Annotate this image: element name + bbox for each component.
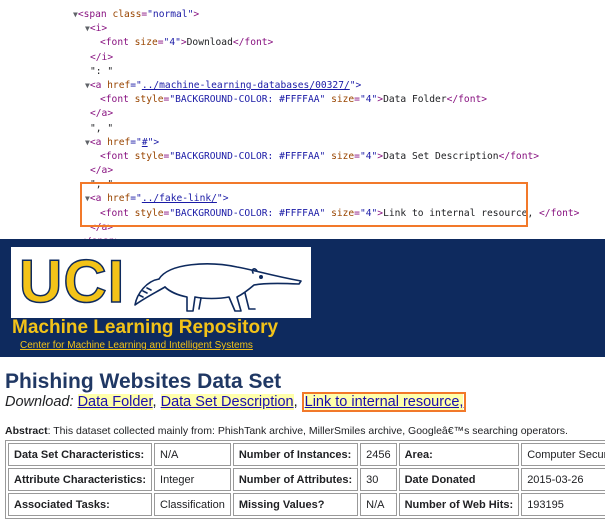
highlight-box-link: Link to internal resource,	[301, 392, 467, 412]
table-row: Data Set Characteristics: N/A Number of …	[8, 443, 605, 466]
code-eq: ="	[130, 136, 142, 148]
uci-logo-text: UCI	[18, 248, 126, 316]
code-tag-end: </font>	[232, 37, 274, 49]
download-row: Download: Data Folder, Data Set Descript…	[5, 392, 467, 412]
data-set-description-link[interactable]: Data Set Description	[160, 394, 294, 410]
code-tag: <font	[100, 37, 135, 49]
link-separator: ,	[152, 394, 157, 410]
code-tag: <i>	[89, 23, 108, 35]
code-tag-end: </font>	[539, 207, 580, 219]
link-separator: ,	[293, 394, 298, 410]
code-href-link[interactable]: ../machine-learning-databases/00327/	[142, 80, 350, 91]
code-tag: <a	[89, 79, 108, 91]
highlight-box-code	[80, 182, 528, 227]
code-attr: size	[331, 94, 355, 106]
code-attr: size	[331, 150, 355, 162]
data-folder-link[interactable]: Data Folder	[77, 394, 153, 410]
table-header-cell: Attribute Characteristics:	[8, 468, 153, 491]
code-tag: </i>	[90, 51, 114, 63]
code-attr: style	[134, 150, 164, 162]
table-header-cell: Number of Attributes:	[232, 468, 359, 491]
table-cell: 30	[360, 468, 397, 491]
code-val: "BACKGROUND-COLOR: #FFFFAA"	[169, 150, 326, 162]
code-attr: class	[112, 9, 142, 20]
code-line-font[interactable]: <font size="4">Download</font>	[0, 36, 605, 50]
code-tag: </a>	[90, 108, 114, 120]
repository-title[interactable]: Machine Learning Repository	[12, 317, 278, 339]
code-line-a-end[interactable]: </a>	[0, 107, 605, 121]
code-text: Data Set Description	[383, 150, 499, 162]
table-cell: 193195	[521, 493, 605, 516]
table-header-cell: Missing Values?	[232, 493, 359, 516]
code-line-font[interactable]: <font style="BACKGROUND-COLOR: #FFFFAA" …	[0, 150, 605, 164]
table-row: Attribute Characteristics: Integer Numbe…	[8, 468, 605, 491]
code-line-font[interactable]: <font style="BACKGROUND-COLOR: #FFFFAA" …	[0, 93, 605, 107]
code-attr: href	[107, 79, 131, 91]
table-cell: 2015-03-26	[521, 468, 605, 491]
code-text: Data Folder	[383, 94, 447, 106]
code-tag-close: ">	[147, 136, 160, 148]
abstract: Abstract: This dataset collected mainly …	[5, 425, 568, 437]
code-line-span[interactable]: ▼<span class="normal">	[0, 8, 605, 22]
code-text: ", "	[90, 122, 114, 134]
table-cell: Integer	[154, 468, 231, 491]
code-tag-end: </font>	[446, 94, 488, 106]
code-tag-close: >	[193, 9, 200, 20]
download-colon: :	[69, 394, 74, 410]
code-line-i[interactable]: ▼<i>	[0, 22, 605, 36]
internal-resource-link[interactable]: Link to internal resource,	[304, 394, 464, 410]
code-tag: <font	[100, 150, 135, 162]
code-text: Download	[186, 37, 233, 49]
repository-subtitle-link[interactable]: Center for Machine Learning and Intellig…	[20, 340, 253, 351]
table-header-cell: Data Set Characteristics:	[8, 443, 153, 466]
table-cell: N/A	[154, 443, 231, 466]
code-line-a[interactable]: ▼<a href="#">	[0, 136, 605, 150]
code-line-text[interactable]: ", "	[0, 122, 605, 136]
table-header-cell: Number of Web Hits:	[398, 493, 520, 516]
table-header-cell: Number of Instances:	[232, 443, 359, 466]
code-tag-end: </font>	[498, 150, 540, 162]
code-tag-close: ">	[349, 79, 362, 91]
code-val: "normal"	[147, 9, 194, 20]
code-tag: <font	[100, 94, 135, 106]
code-line-a-end[interactable]: </a>	[0, 164, 605, 178]
code-attr: href	[107, 136, 131, 148]
table-cell: 2456	[360, 443, 397, 466]
download-label: Download	[5, 394, 70, 410]
code-attr: size	[134, 37, 158, 49]
uci-header-banner: UCI Machine Learning Repository Center f…	[0, 239, 605, 357]
dataset-title: Phishing Websites Data Set	[5, 370, 282, 393]
table-cell: Computer Security	[521, 443, 605, 466]
code-tag: <span	[77, 9, 113, 20]
code-attr: style	[134, 94, 164, 106]
code-eq: ="	[130, 79, 142, 91]
table-header-cell: Associated Tasks:	[8, 493, 153, 516]
table-cell: N/A	[360, 493, 397, 516]
abstract-text: : This dataset collected mainly from: Ph…	[47, 425, 568, 437]
code-text: ": "	[90, 65, 114, 77]
code-val: "4"	[163, 37, 181, 49]
anteater-icon	[134, 263, 302, 312]
code-val: "4"	[359, 94, 378, 106]
table-header-cell: Date Donated	[398, 468, 520, 491]
abstract-label: Abstract	[5, 425, 48, 437]
table-row: Associated Tasks: Classification Missing…	[8, 493, 605, 516]
dataset-info-table: Data Set Characteristics: N/A Number of …	[5, 440, 605, 519]
code-line-a[interactable]: ▼<a href="../machine-learning-databases/…	[0, 79, 605, 93]
code-line-text[interactable]: ": "	[0, 65, 605, 79]
code-line-i-end[interactable]: </i>	[0, 51, 605, 65]
table-cell: Classification	[154, 493, 231, 516]
table-header-cell: Area:	[398, 443, 520, 466]
code-val: "BACKGROUND-COLOR: #FFFFAA"	[169, 94, 326, 106]
code-tag: <a	[89, 136, 108, 148]
uci-logo[interactable]: UCI	[11, 247, 311, 318]
code-val: "4"	[359, 150, 378, 162]
code-tag: </a>	[90, 165, 114, 177]
